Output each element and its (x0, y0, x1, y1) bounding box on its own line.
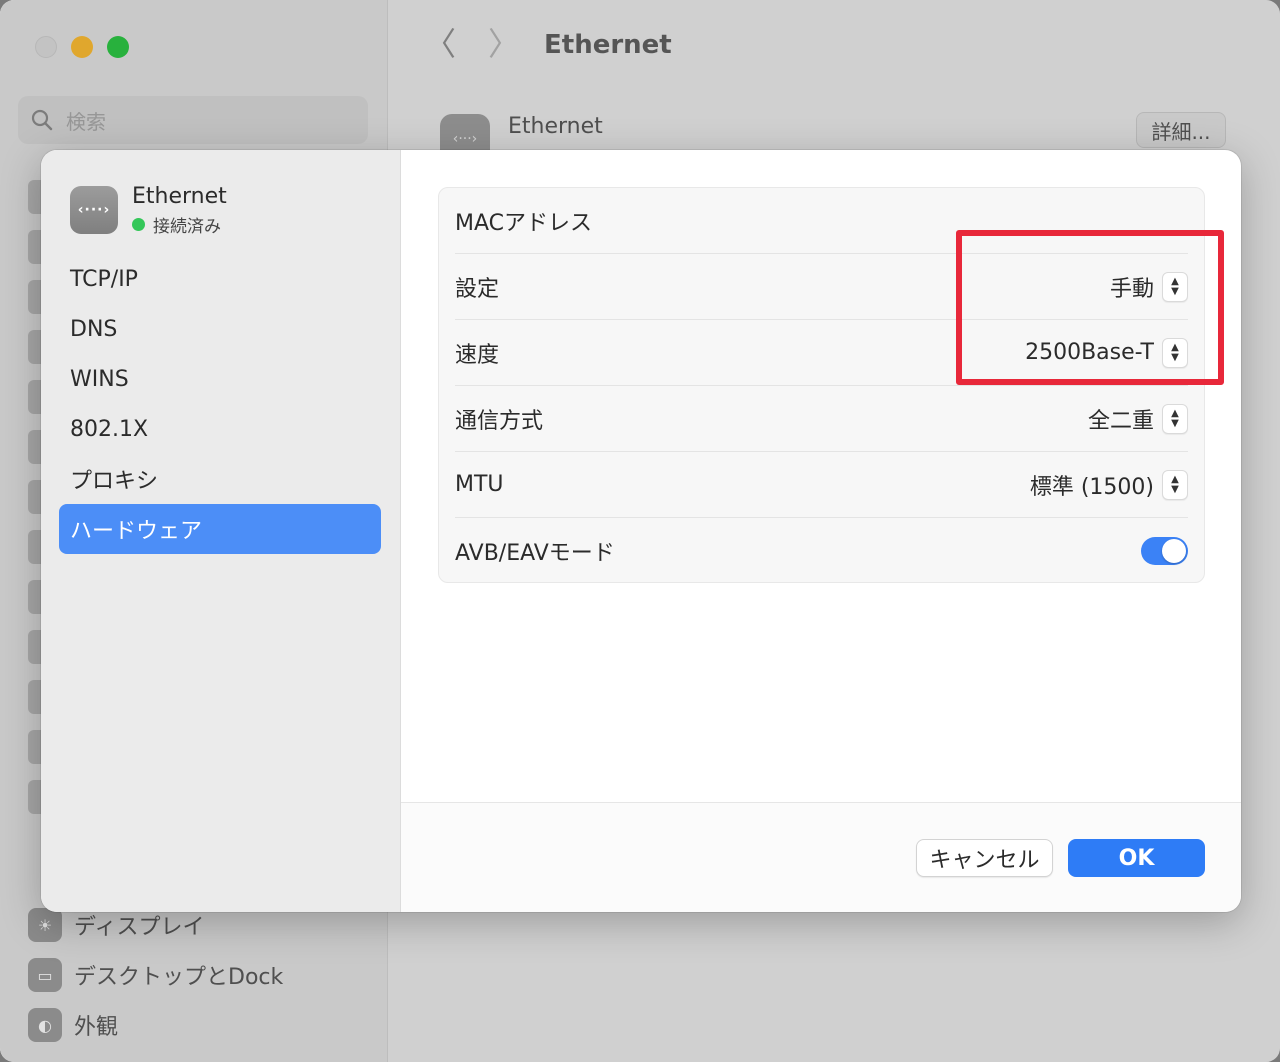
nav-item-hardware[interactable]: ハードウェア (59, 504, 381, 554)
nav-item-proxy[interactable]: プロキシ (59, 454, 381, 504)
updown-chevron-icon: ▲ ▼ (1162, 469, 1188, 500)
interface-name: Ethernet (132, 184, 227, 209)
speed-value: 2500Base-T (1025, 340, 1154, 365)
avb-eav-row: AVB/EAVモード (455, 518, 1188, 584)
updown-chevron-icon: ▲ ▼ (1162, 403, 1188, 434)
nav-item-dns[interactable]: DNS (59, 304, 381, 354)
row-label: 通信方式 (455, 408, 544, 434)
avb-eav-toggle[interactable] (1141, 537, 1188, 565)
status-text: 接続済み (153, 217, 221, 237)
hardware-pane: MACアドレス 設定 手動 ▲▼ 速度 2500Base-T ▲▼ 通信方式 (401, 150, 1241, 912)
duplex-value: 全二重 (1087, 408, 1154, 434)
toggle-knob (1162, 539, 1186, 563)
row-label: MTU (455, 472, 504, 497)
ethernet-details-sheet: ‹···› Ethernet 接続済み TCP/IP DNS WINS 802.… (41, 150, 1241, 912)
updown-chevron-icon: ▲ ▼ (1162, 271, 1188, 302)
row-label: MACアドレス (455, 210, 593, 236)
duplex-popup[interactable]: 全二重 ▲ ▼ (1088, 403, 1188, 435)
mtu-popup[interactable]: 標準 (1500) ▲ ▼ (1030, 469, 1188, 501)
nav-item-wins[interactable]: WINS (59, 354, 381, 404)
sheet-footer: キャンセル OK (401, 802, 1241, 912)
updown-chevron-icon: ▲ ▼ (1162, 337, 1188, 368)
row-label: 設定 (455, 276, 500, 302)
duplex-row: 通信方式 全二重 ▲ ▼ (455, 386, 1188, 452)
mac-address-row: MACアドレス (455, 188, 1188, 254)
configure-popup[interactable]: 手動 ▲ ▼ (1110, 271, 1188, 303)
sheet-nav: TCP/IP DNS WINS 802.1X プロキシ ハードウェア (59, 254, 381, 554)
nav-item-tcpip[interactable]: TCP/IP (59, 254, 381, 304)
nav-item-8021x[interactable]: 802.1X (59, 404, 381, 454)
row-label: AVB/EAVモード (455, 541, 615, 566)
row-label: 速度 (455, 342, 500, 368)
ok-button[interactable]: OK (1068, 839, 1205, 877)
interface-status: 接続済み (132, 212, 227, 237)
configure-value: 手動 (1109, 276, 1154, 302)
mtu-value: 標準 (1500) (1029, 474, 1154, 500)
speed-popup[interactable]: 2500Base-T ▲ ▼ (1025, 337, 1188, 368)
cancel-button[interactable]: キャンセル (916, 839, 1053, 877)
mtu-row: MTU 標準 (1500) ▲ ▼ (455, 452, 1188, 518)
ethernet-icon: ‹···› (70, 186, 118, 234)
interface-header: ‹···› Ethernet 接続済み (70, 184, 227, 237)
sheet-sidebar: ‹···› Ethernet 接続済み TCP/IP DNS WINS 802.… (41, 150, 401, 912)
status-dot-icon (132, 218, 145, 231)
hardware-settings-group: MACアドレス 設定 手動 ▲▼ 速度 2500Base-T ▲▼ 通信方式 (438, 187, 1205, 583)
speed-row: 速度 2500Base-T ▲ ▼ (455, 320, 1188, 386)
configure-row: 設定 手動 ▲ ▼ (455, 254, 1188, 320)
